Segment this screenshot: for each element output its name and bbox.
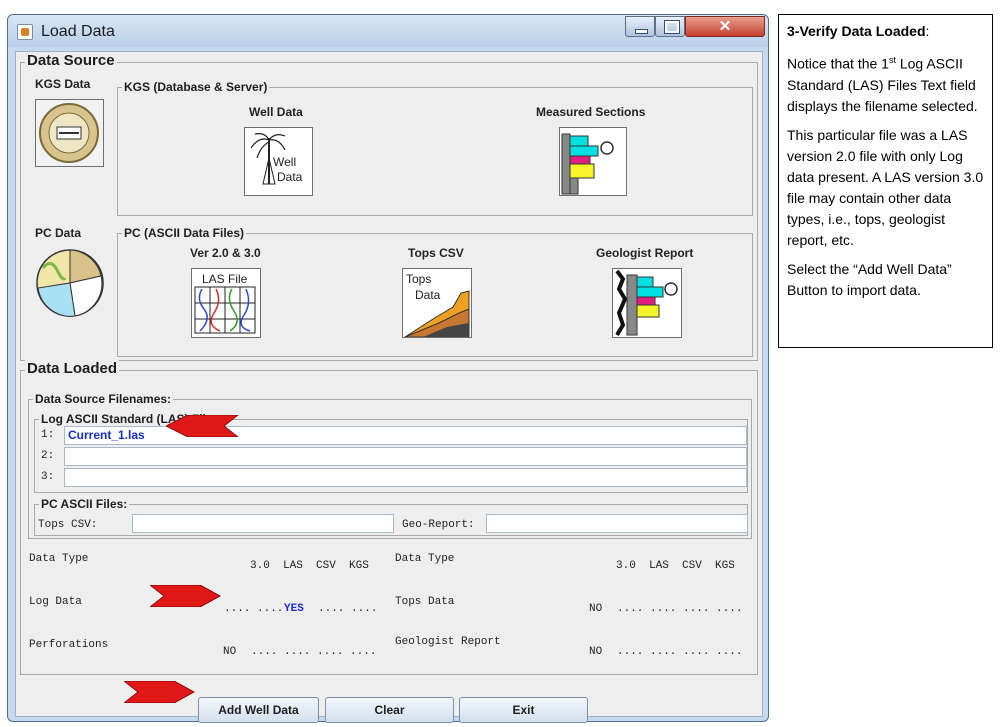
window-title: Load Data: [41, 23, 115, 40]
close-button[interactable]: ✕: [685, 16, 765, 37]
measured-sections-label: Measured Sections: [536, 105, 646, 119]
tops-data-label: Tops Data: [395, 596, 455, 608]
well-icon-line1: Well: [273, 155, 296, 169]
las-row-2-number: 2:: [41, 450, 55, 462]
left-data-type-header: Data Type: [29, 553, 89, 565]
pc-ascii-files-group: PC ASCII Files: Tops CSV: Geo-Report:: [34, 497, 748, 536]
log-data-dots-a: .... ....: [224, 603, 284, 615]
kgs-data-button[interactable]: [35, 99, 104, 167]
pc-ascii-legend: PC (ASCII Data Files): [122, 226, 247, 240]
geologist-report-label: Geologist Report: [596, 246, 694, 260]
geologist-report-dots: .... .... .... ....: [617, 646, 743, 658]
well-icon-line2: Data: [277, 170, 303, 184]
instruction-paragraph-1: Notice that the 1st Log ASCII Standard (…: [787, 50, 984, 117]
las-file-2-field[interactable]: [64, 447, 747, 466]
las-icon-text: LAS File: [202, 272, 248, 286]
well-data-button[interactable]: Well Data: [244, 127, 313, 196]
measured-sections-button[interactable]: [559, 127, 627, 196]
exit-button[interactable]: Exit: [459, 697, 588, 723]
data-source-group: Data Source KGS Data KGS (Database & Ser…: [20, 52, 758, 361]
instruction-p1-start: Notice that the 1: [787, 55, 889, 72]
data-source-filenames-group: Data Source Filenames: Log ASCII Standar…: [28, 392, 752, 539]
perforations-dots: .... .... .... ....: [251, 646, 377, 658]
data-loaded-group: Data Loaded Data Source Filenames: Log A…: [20, 360, 758, 675]
kgs-database-group: KGS (Database & Server) Well Data Well D…: [117, 80, 753, 216]
kgs-database-legend: KGS (Database & Server): [122, 80, 270, 94]
instruction-panel: 3-Verify Data Loaded: Notice that the 1s…: [778, 14, 993, 348]
geo-report-field-label: Geo-Report:: [402, 519, 475, 531]
log-data-label: Log Data: [29, 596, 82, 608]
las-row-1-number: 1:: [41, 429, 55, 441]
instruction-heading: 3-Verify Data Loaded:: [787, 21, 984, 42]
data-source-legend: Data Source: [25, 52, 117, 69]
tops-data-dots: .... .... .... ....: [617, 603, 743, 615]
las-file-button[interactable]: LAS File: [191, 268, 261, 338]
tops-icon-line1: Tops: [406, 272, 431, 286]
pc-data-label: PC Data: [35, 226, 82, 240]
right-columns-header: 3.0 LAS CSV KGS: [616, 560, 735, 572]
instruction-heading-suffix: :: [925, 23, 930, 39]
tops-csv-button[interactable]: Tops Data: [402, 268, 472, 338]
las-file-icon: LAS File: [194, 272, 256, 334]
stratigraphic-column-icon: [561, 133, 614, 195]
geo-report-field[interactable]: [486, 514, 748, 533]
perforations-label: Perforations: [29, 639, 109, 651]
instruction-paragraph-3: Select the “Add Well Data” Button to imp…: [787, 260, 952, 298]
close-icon: ✕: [718, 18, 732, 35]
instruction-p1-sup: st: [888, 55, 896, 65]
las-row-3-number: 3:: [41, 471, 55, 483]
kgs-seal-icon: [39, 103, 99, 163]
load-data-window: Load Data ✕ Data Source KGS Data KGS (Da…: [7, 14, 769, 723]
callout-arrow-log-data: [150, 585, 222, 607]
pc-files-pie-icon: [36, 249, 104, 317]
clear-button[interactable]: Clear: [325, 697, 454, 723]
window-client-area: Data Source KGS Data KGS (Database & Ser…: [15, 51, 763, 723]
ver-label: Ver 2.0 & 3.0: [190, 246, 261, 260]
kgs-data-label: KGS Data: [35, 77, 91, 91]
log-data-dots-b: .... ....: [318, 603, 378, 615]
tops-icon-line2: Data: [415, 288, 441, 302]
perforations-status: NO: [223, 646, 237, 658]
geologist-report-icon: [615, 269, 678, 337]
well-data-label: Well Data: [249, 105, 303, 119]
left-columns-header: 3.0 LAS CSV KGS: [250, 560, 369, 572]
callout-arrow-add-well-data: [124, 681, 196, 703]
pc-ascii-group: PC (ASCII Data Files) Ver 2.0 & 3.0 LAS …: [117, 226, 753, 357]
geologist-report-status-label: Geologist Report: [395, 636, 501, 648]
geologist-report-status: NO: [589, 646, 603, 658]
las-files-group: Log ASCII Standard (LAS) Files: 1: Curre…: [34, 412, 748, 493]
callout-arrow-las-file: [166, 415, 239, 437]
add-well-data-button[interactable]: Add Well Data: [198, 697, 319, 723]
pc-ascii-files-legend: PC ASCII Files:: [39, 497, 130, 511]
maximize-button[interactable]: [655, 16, 685, 37]
tops-csv-field[interactable]: [132, 514, 394, 533]
log-data-las-status: YES: [284, 603, 304, 615]
las-file-3-field[interactable]: [64, 468, 747, 487]
title-bar: Load Data ✕: [8, 15, 768, 47]
data-loaded-legend: Data Loaded: [25, 360, 120, 377]
geologist-report-button[interactable]: [612, 268, 682, 338]
tops-data-status: NO: [589, 603, 603, 615]
java-app-icon: [17, 24, 33, 40]
pc-data-button[interactable]: [35, 248, 106, 318]
instruction-heading-text: 3-Verify Data Loaded: [787, 23, 926, 39]
tops-data-icon: Tops Data: [404, 272, 470, 337]
minimize-button[interactable]: [625, 16, 655, 37]
right-data-type-header: Data Type: [395, 553, 455, 565]
tops-csv-label: Tops CSV: [408, 246, 464, 260]
well-derrick-icon: Well Data: [250, 133, 303, 185]
tops-csv-field-label: Tops CSV:: [38, 519, 98, 531]
instruction-paragraph-2: This particular file was a LAS version 2…: [787, 126, 984, 248]
filenames-legend: Data Source Filenames:: [33, 392, 174, 406]
